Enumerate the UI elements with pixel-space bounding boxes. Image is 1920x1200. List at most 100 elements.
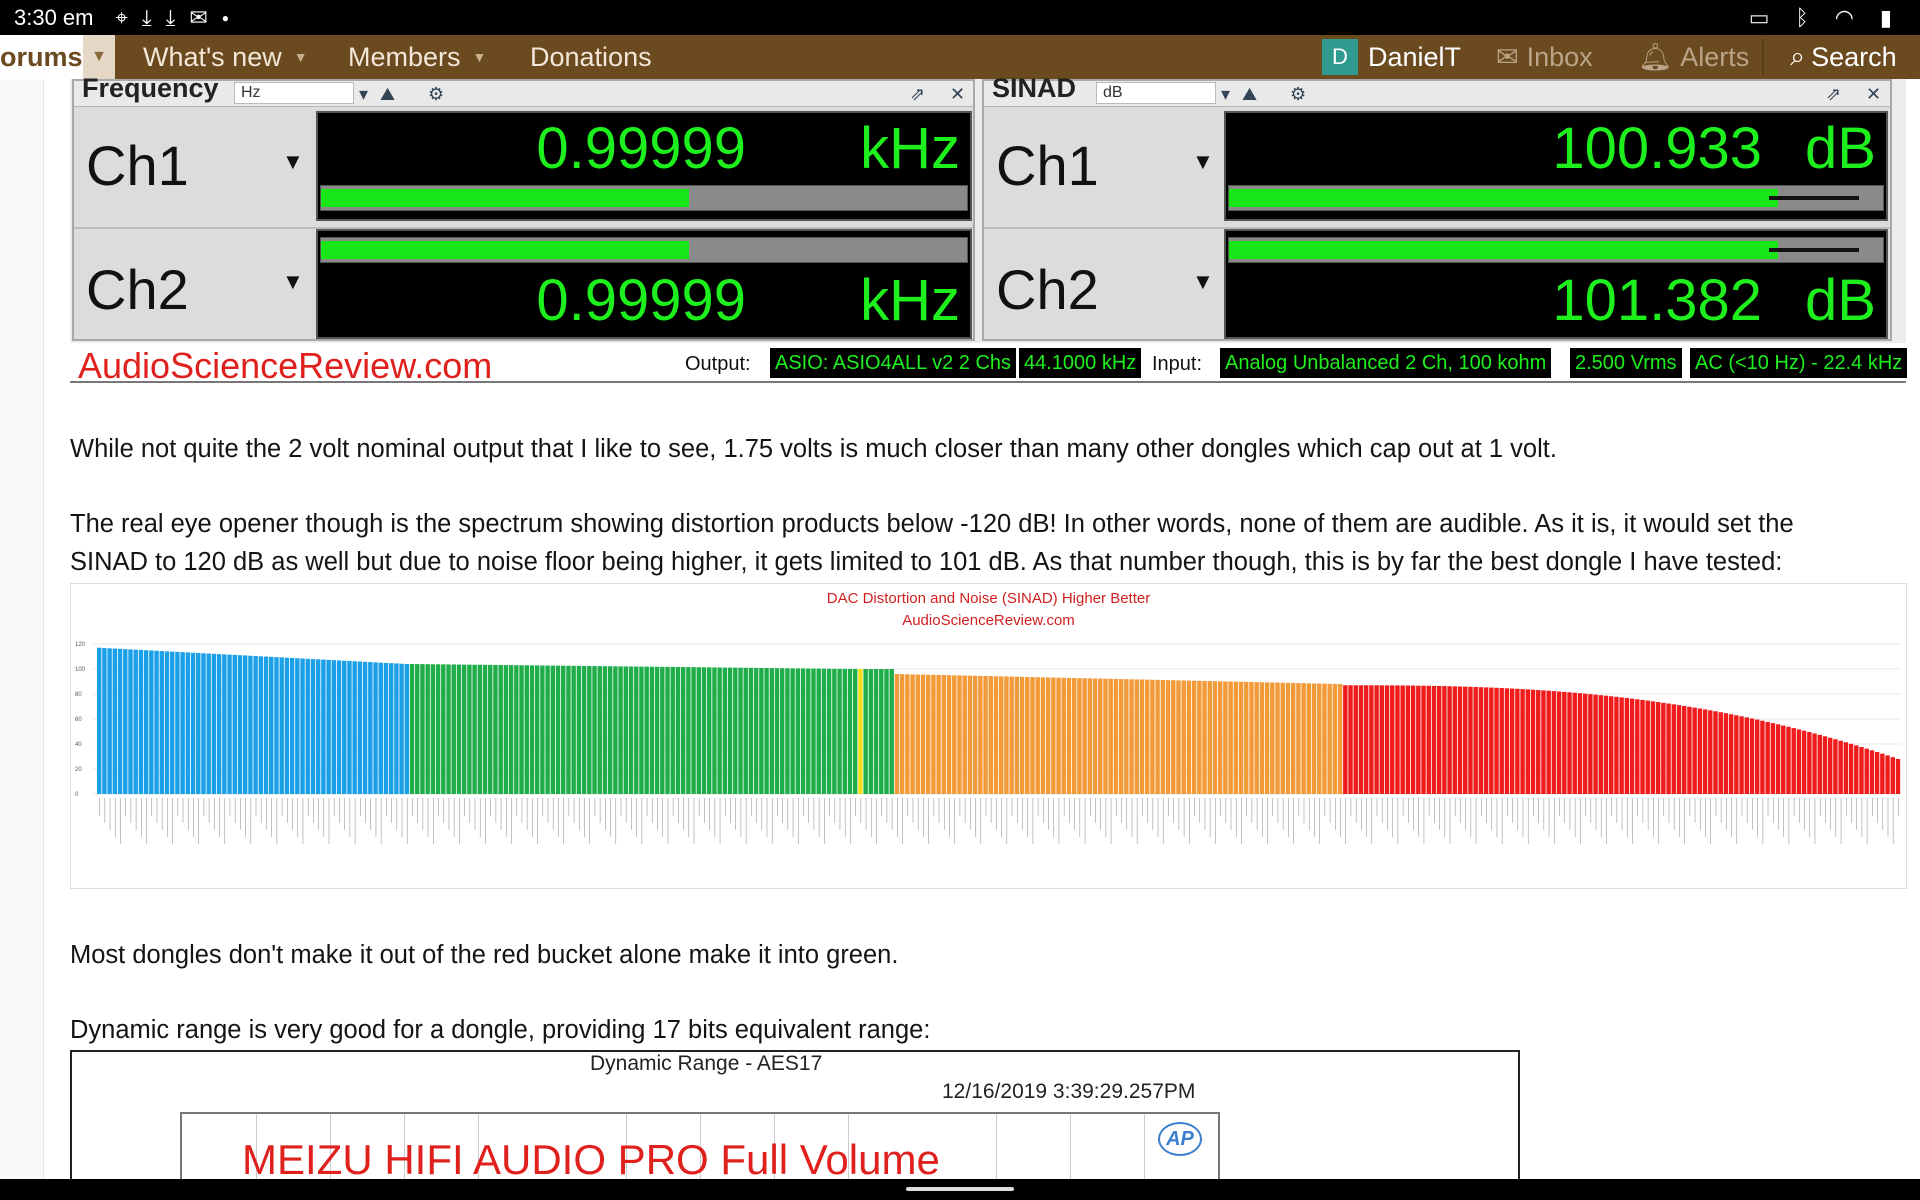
chart-bar[interactable] [540, 665, 545, 794]
chart-bar[interactable] [1416, 685, 1421, 794]
chart-bar[interactable] [618, 666, 623, 794]
chart-bar[interactable] [1139, 679, 1145, 794]
chart-bar[interactable] [707, 667, 712, 794]
chart-bar[interactable] [1071, 678, 1077, 794]
nav-members[interactable]: Members ▼ [348, 35, 486, 79]
chart-bar[interactable] [1650, 701, 1656, 794]
chart-bar[interactable] [368, 662, 373, 794]
chart-bar[interactable] [1436, 685, 1442, 794]
chart-bar[interactable] [1306, 683, 1312, 794]
chart-bar[interactable] [868, 669, 874, 794]
chart-bar[interactable] [978, 675, 983, 794]
chart-bar[interactable] [915, 674, 920, 794]
chart-bar[interactable] [310, 659, 316, 794]
chart-bar[interactable] [169, 651, 175, 794]
chart-bar[interactable] [1051, 677, 1056, 794]
chart-bar[interactable] [1322, 683, 1327, 794]
chart-bar[interactable] [1353, 685, 1358, 794]
chart-bar[interactable] [1103, 678, 1108, 794]
chart-bar[interactable] [1520, 689, 1525, 794]
chart-bar[interactable] [1687, 706, 1692, 794]
chart-bar[interactable] [1828, 737, 1833, 794]
chart-bar[interactable] [331, 660, 337, 794]
chart-bar[interactable] [1859, 746, 1864, 794]
chart-bar[interactable] [399, 663, 404, 794]
chart-bar[interactable] [534, 665, 540, 794]
chart-bar[interactable] [435, 664, 441, 794]
chart-bar[interactable] [926, 674, 931, 794]
chart-bar[interactable] [1775, 724, 1781, 794]
chart-bar[interactable] [1468, 686, 1473, 794]
chart-bar[interactable] [1895, 759, 1901, 794]
chart-bar[interactable] [780, 668, 785, 794]
chart-bar[interactable] [894, 674, 900, 794]
chart-bar[interactable] [1301, 683, 1306, 794]
chart-bar[interactable] [284, 657, 290, 794]
chart-bar[interactable] [425, 664, 430, 794]
chart-bar[interactable] [1259, 682, 1265, 794]
chart-bar[interactable] [1045, 677, 1051, 794]
chart-bar[interactable] [660, 666, 665, 794]
chart-bar[interactable] [1499, 688, 1504, 794]
chart-bar[interactable] [1040, 677, 1046, 794]
chart-bar[interactable] [461, 664, 467, 794]
chart-bar[interactable] [305, 658, 310, 794]
chart-bar[interactable] [149, 650, 154, 794]
chart-bar[interactable] [1181, 680, 1186, 794]
chart-bar[interactable] [1572, 692, 1577, 794]
chart-bar[interactable] [999, 676, 1004, 794]
chart-bar[interactable] [1358, 685, 1364, 794]
chart-bar[interactable] [253, 656, 258, 794]
chart-bar[interactable] [910, 674, 915, 794]
chart-bar[interactable] [1249, 682, 1254, 794]
chart-bar[interactable] [967, 675, 973, 794]
chart-bar[interactable] [1108, 678, 1113, 794]
chart-bar[interactable] [456, 664, 462, 794]
chart-bar[interactable] [373, 662, 378, 794]
chart-bar[interactable] [613, 666, 618, 794]
chart-bar[interactable] [1092, 678, 1098, 794]
chart-bar[interactable] [378, 662, 383, 794]
chart-bar[interactable] [1087, 678, 1093, 794]
chart-bar[interactable] [1369, 685, 1374, 794]
chart-bar[interactable] [1536, 690, 1541, 794]
chart-bar[interactable] [237, 655, 243, 794]
chart-bar[interactable] [1400, 685, 1405, 794]
chart-bar[interactable] [1009, 676, 1014, 794]
chart-bar[interactable] [1019, 676, 1025, 794]
chart-bar[interactable] [1864, 748, 1869, 794]
chart-bar[interactable] [1838, 740, 1843, 794]
chart-bar[interactable] [477, 664, 483, 794]
chart-bar[interactable] [1635, 699, 1640, 794]
chart-bar[interactable] [686, 667, 691, 794]
chart-bar[interactable] [1880, 753, 1885, 794]
chart-bar[interactable] [774, 668, 780, 794]
chart-bar[interactable] [1124, 679, 1129, 794]
chart-bar[interactable] [1509, 688, 1515, 794]
chart-bar[interactable] [1014, 676, 1020, 794]
chart-bar[interactable] [863, 669, 868, 794]
chart-bar[interactable] [1629, 698, 1635, 794]
chart-bar[interactable] [1728, 714, 1734, 794]
chart-bar[interactable] [488, 664, 493, 794]
chart-bar[interactable] [1708, 710, 1713, 794]
chart-bar[interactable] [269, 656, 274, 794]
nav-alerts[interactable]: 🔔︎ Alerts [1638, 35, 1749, 79]
chart-bar[interactable] [1890, 757, 1895, 794]
chart-bar[interactable] [1426, 685, 1431, 794]
chart-bar[interactable] [1332, 683, 1338, 794]
chart-bar[interactable] [1004, 676, 1009, 794]
chart-bar[interactable] [806, 668, 811, 794]
chart-bar[interactable] [1202, 680, 1207, 794]
chart-bar[interactable] [837, 668, 842, 794]
chart-bar[interactable] [665, 666, 670, 794]
chart-bar[interactable] [1525, 689, 1531, 794]
chart-bar[interactable] [1489, 687, 1494, 794]
chart-bar[interactable] [1098, 678, 1103, 794]
chart-bar[interactable] [232, 654, 237, 794]
chart-bar[interactable] [785, 668, 790, 794]
chart-bar[interactable] [467, 664, 472, 794]
chart-bar[interactable] [722, 667, 728, 794]
chart-bar[interactable] [1723, 713, 1729, 794]
chart-bar[interactable] [644, 666, 649, 794]
